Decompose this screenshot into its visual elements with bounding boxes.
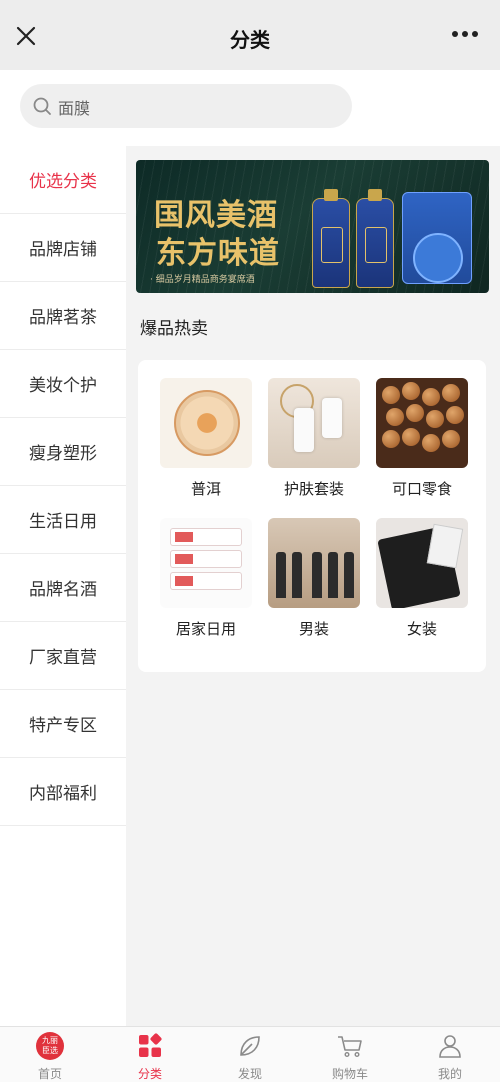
category-sidebar: 优选分类 品牌店铺 品牌茗茶 美妆个护 瘦身塑形 生活日用 品牌名酒 厂家直营 … bbox=[0, 146, 126, 1026]
home-logo-text-1: 九丽 bbox=[42, 1036, 58, 1045]
skincare-set-image bbox=[268, 378, 360, 468]
liquor-bottle-image bbox=[356, 189, 394, 288]
sidebar-item-factory-direct[interactable]: 厂家直营 bbox=[0, 622, 126, 690]
snacks-image bbox=[376, 378, 468, 468]
sidebar-item-brand-stores[interactable]: 品牌店铺 bbox=[0, 214, 126, 282]
tab-home[interactable]: 九丽 臣选 首页 bbox=[0, 1031, 100, 1082]
product-item-puer[interactable]: 普洱 bbox=[160, 378, 252, 499]
sidebar-item-local-specialty[interactable]: 特产专区 bbox=[0, 690, 126, 758]
tab-category-label: 分类 bbox=[137, 1067, 162, 1081]
user-icon bbox=[439, 1035, 461, 1058]
tab-mine[interactable]: 我的 bbox=[400, 1031, 500, 1082]
product-label: 可口零食 bbox=[391, 480, 452, 498]
home-logo-text-2: 臣选 bbox=[42, 1046, 58, 1055]
tab-discover-label: 发现 bbox=[237, 1067, 262, 1081]
menswear-image bbox=[268, 518, 360, 608]
banner-tagline: · 细品岁月精品商务宴席酒 bbox=[150, 275, 255, 285]
sidebar-item-beauty[interactable]: 美妆个护 bbox=[0, 350, 126, 418]
hot-products-panel: 普洱 护肤套装 可口零食 居家日用 男装 女装 bbox=[138, 360, 486, 672]
sidebar-item-slimming[interactable]: 瘦身塑形 bbox=[0, 418, 126, 486]
household-image bbox=[160, 518, 252, 608]
category-icon bbox=[139, 1033, 162, 1057]
search-input[interactable]: 面膜 bbox=[20, 84, 352, 128]
product-item-skincare[interactable]: 护肤套装 bbox=[268, 378, 360, 499]
promo-banner[interactable]: 国风美酒 东方味道 · 细品岁月精品商务宴席酒 bbox=[136, 160, 489, 293]
product-item-snacks[interactable]: 可口零食 bbox=[376, 378, 468, 499]
banner-headline-2: 东方味道 bbox=[156, 236, 280, 271]
tab-home-label: 首页 bbox=[37, 1067, 62, 1081]
gift-box-image bbox=[402, 192, 472, 284]
sidebar-item-featured[interactable]: 优选分类 bbox=[0, 146, 126, 214]
product-label: 护肤套装 bbox=[283, 480, 344, 498]
more-options-icon[interactable] bbox=[450, 24, 480, 44]
product-label: 男装 bbox=[298, 620, 329, 638]
sidebar-item-brand-liquor[interactable]: 品牌名酒 bbox=[0, 554, 126, 622]
top-nav-bar: 分类 bbox=[0, 0, 500, 70]
product-item-household[interactable]: 居家日用 bbox=[160, 518, 252, 639]
section-title: 爆品热卖 bbox=[140, 319, 208, 339]
page-title: 分类 bbox=[230, 28, 270, 52]
tab-category[interactable]: 分类 bbox=[100, 1031, 200, 1082]
search-placeholder: 面膜 bbox=[58, 99, 91, 118]
sidebar-item-brand-tea[interactable]: 品牌茗茶 bbox=[0, 282, 126, 350]
tab-cart[interactable]: 购物车 bbox=[300, 1031, 400, 1082]
liquor-bottle-image bbox=[312, 189, 350, 288]
product-label: 女装 bbox=[406, 620, 437, 638]
leaf-icon bbox=[240, 1036, 260, 1056]
tab-mine-label: 我的 bbox=[437, 1067, 462, 1081]
puer-tea-image bbox=[160, 378, 252, 468]
cart-icon bbox=[338, 1036, 362, 1058]
product-item-womenswear[interactable]: 女装 bbox=[376, 518, 468, 639]
product-label: 普洱 bbox=[190, 480, 221, 498]
product-item-menswear[interactable]: 男装 bbox=[268, 518, 360, 639]
home-logo-icon: 九丽 臣选 bbox=[36, 1032, 64, 1060]
womenswear-image bbox=[376, 518, 468, 608]
search-icon bbox=[33, 97, 51, 115]
search-area: 面膜 bbox=[0, 70, 500, 146]
tab-discover[interactable]: 发现 bbox=[200, 1031, 300, 1082]
sidebar-item-daily-use[interactable]: 生活日用 bbox=[0, 486, 126, 554]
product-label: 居家日用 bbox=[175, 620, 236, 638]
bottom-tab-bar: 九丽 臣选 首页 分类 发现 购物车 我的 bbox=[0, 1026, 500, 1082]
sidebar-item-internal-benefits[interactable]: 内部福利 bbox=[0, 758, 126, 826]
category-content: 国风美酒 东方味道 · 细品岁月精品商务宴席酒 爆品热卖 普洱 护肤套装 可口零… bbox=[126, 146, 500, 1026]
tab-cart-label: 购物车 bbox=[331, 1067, 368, 1081]
